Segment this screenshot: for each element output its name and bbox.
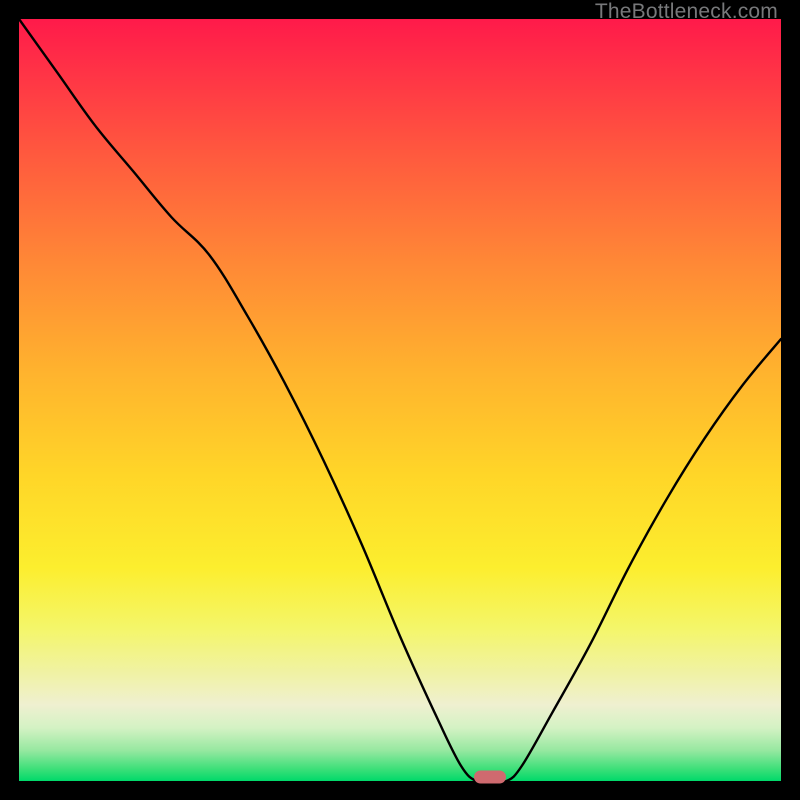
bottleneck-curve xyxy=(19,19,781,781)
optimal-marker xyxy=(474,771,506,784)
watermark-text: TheBottleneck.com xyxy=(595,0,778,24)
